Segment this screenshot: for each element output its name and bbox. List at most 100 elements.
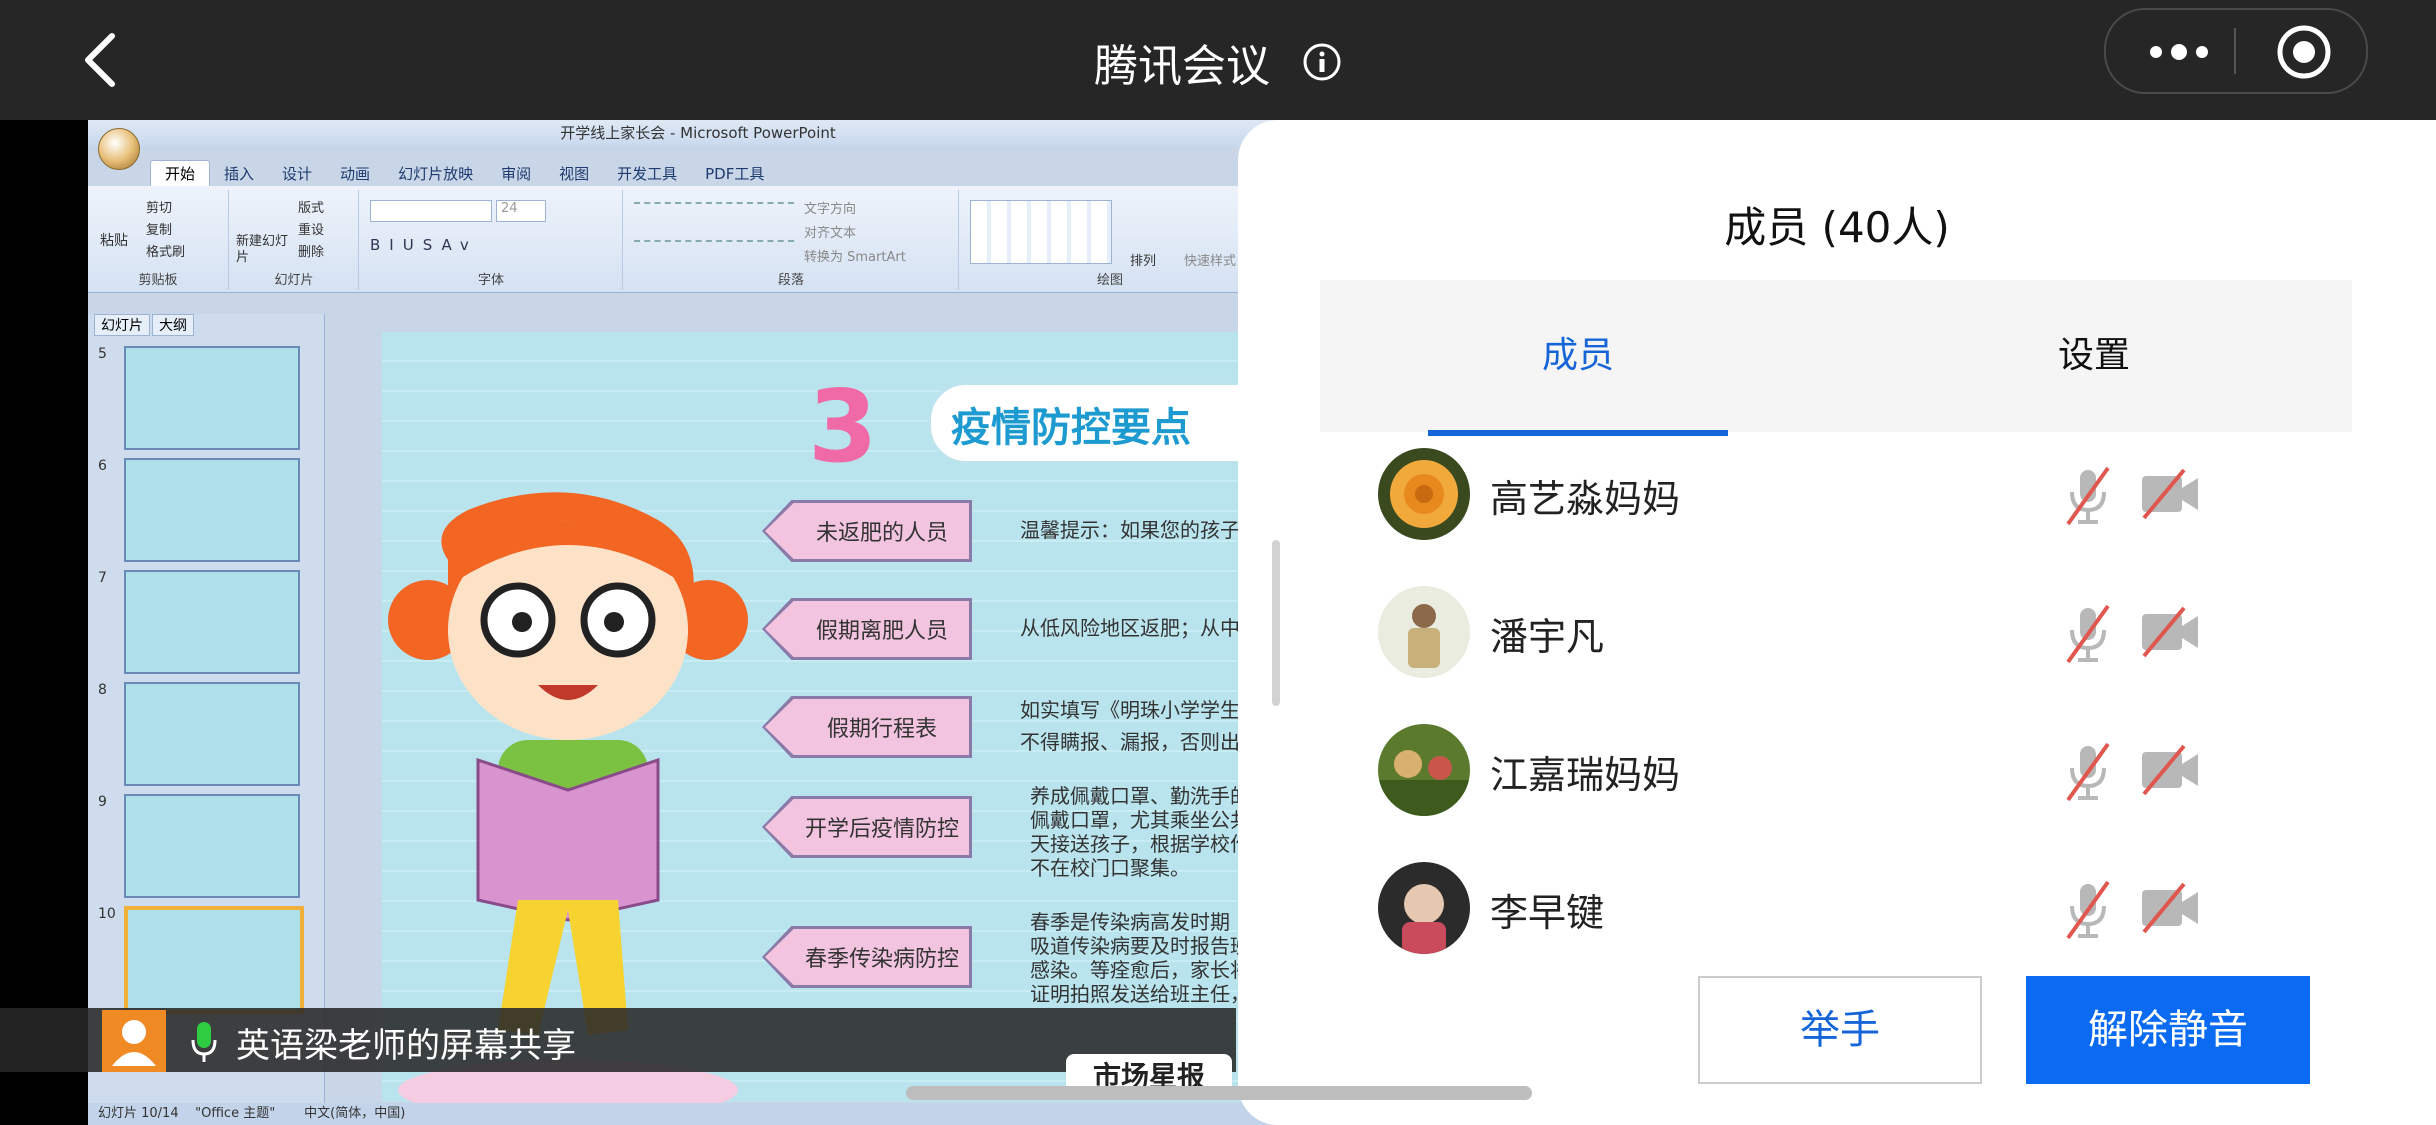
slides-pane: 幻灯片 大纲 5 6 7 8 9 10	[88, 314, 325, 1104]
slide-tag: 假期行程表	[762, 696, 972, 758]
pane-tab-slides[interactable]: 幻灯片	[94, 314, 150, 336]
member-row[interactable]: 高艺淼妈妈	[1378, 444, 2338, 544]
slide-text: 吸道传染病要及时报告班	[1030, 934, 1250, 958]
avatar	[1378, 862, 1470, 954]
avatar	[1378, 724, 1470, 816]
arrange-button[interactable]: 排列	[1130, 250, 1156, 269]
slide-thumbnail[interactable]	[124, 346, 300, 450]
ribbon-tab[interactable]: 审阅	[487, 161, 545, 187]
font-size-box[interactable]: 24	[496, 200, 546, 222]
font-group: 24 BIUSAv 字体	[360, 190, 623, 290]
ribbon-tab[interactable]: 幻灯片放映	[384, 161, 487, 187]
theme-name: "Office 主题"	[195, 1106, 276, 1121]
mic-muted-icon[interactable]	[2058, 602, 2118, 666]
group-name: 段落	[777, 273, 804, 288]
presenter-avatar	[102, 1010, 166, 1072]
group-name: 幻灯片	[274, 273, 314, 288]
camera-off-icon[interactable]	[2138, 880, 2202, 936]
font-name-box[interactable]	[370, 200, 492, 222]
ribbon-tab[interactable]: 视图	[545, 161, 603, 187]
slide-tag: 开学后疫情防控	[762, 796, 972, 858]
mic-muted-icon[interactable]	[2058, 464, 2118, 528]
camera-off-icon[interactable]	[2138, 742, 2202, 798]
member-row[interactable]: 潘宇凡	[1378, 582, 2338, 682]
tab-settings[interactable]: 设置	[1836, 280, 2352, 432]
slide-text: 不在校门口聚集。	[1030, 856, 1190, 880]
mic-icon	[191, 1022, 217, 1062]
unmute-button[interactable]: 解除静音	[2026, 976, 2310, 1084]
slides-group: 版式 重设 删除 新建幻灯片 幻灯片	[230, 190, 359, 290]
slide-tag: 春季传染病防控	[762, 926, 972, 988]
slide-count: 幻灯片 10/14	[98, 1106, 179, 1121]
ribbon-tab[interactable]: 开发工具	[603, 161, 691, 187]
member-list-scrollbar[interactable]	[1272, 540, 1280, 706]
group-name: 字体	[477, 273, 504, 288]
text-direction-button[interactable]: 文字方向	[804, 198, 906, 222]
capsule-menu	[2104, 8, 2368, 94]
slide-thumbnail[interactable]	[124, 682, 300, 786]
align-text-button[interactable]: 对齐文本	[804, 222, 906, 246]
drawing-group: 排列 快速样式 绘图	[960, 190, 1261, 290]
ppt-window-title: 开学线上家长会 - Microsoft PowerPoint	[88, 120, 1308, 146]
slide-thumbnail[interactable]	[124, 458, 300, 562]
slide-text: 不得瞒报、漏报，否则出	[1020, 730, 1240, 754]
slide-thumbnail[interactable]	[124, 794, 300, 898]
thumb-number: 5	[98, 346, 107, 362]
member-name: 江嘉瑞妈妈	[1490, 753, 1681, 797]
list-buttons[interactable]	[634, 202, 794, 218]
thumb-number: 7	[98, 570, 107, 586]
slide-text: 感染。等痊愈后，家长将	[1030, 958, 1250, 982]
slide-text: 证明拍照发送给班主任，	[1030, 982, 1250, 1006]
align-buttons[interactable]	[634, 240, 794, 256]
smartart-button[interactable]: 转换为 SmartArt	[804, 246, 906, 270]
mic-muted-icon[interactable]	[2058, 740, 2118, 804]
record-icon[interactable]	[2274, 22, 2334, 82]
slide-thumbnail[interactable]	[124, 570, 300, 674]
layout-button[interactable]: 版式	[238, 198, 324, 220]
home-indicator[interactable]	[906, 1086, 1532, 1100]
screen-share-label: 英语梁老师的屏幕共享	[236, 1026, 576, 1066]
office-button[interactable]	[98, 128, 140, 170]
group-name: 绘图	[1096, 273, 1123, 288]
camera-off-icon[interactable]	[2138, 466, 2202, 522]
ribbon: 剪切 复制 格式刷 粘贴 剪贴板 版式 重设 删除 新建幻灯片 幻灯片 24 B…	[88, 186, 1308, 293]
slide-tag: 假期离肥人员	[762, 598, 972, 660]
info-icon[interactable]	[1302, 42, 1342, 82]
pane-tab-outline[interactable]: 大纲	[152, 314, 194, 336]
member-name: 潘宇凡	[1490, 615, 1605, 659]
mic-muted-icon[interactable]	[2058, 878, 2118, 942]
slide-title: 疫情防控要点	[951, 405, 1191, 451]
ribbon-tab[interactable]: 动画	[326, 161, 384, 187]
shapes-gallery[interactable]	[970, 200, 1112, 264]
more-dots-icon[interactable]	[2144, 30, 2214, 74]
slide-text: 春季是传染病高发时期	[1030, 910, 1230, 934]
new-slide-button[interactable]: 新建幻灯片	[236, 234, 292, 266]
quick-styles-button[interactable]: 快速样式	[1184, 250, 1236, 269]
group-name: 剪贴板	[138, 273, 178, 288]
tab-members[interactable]: 成员	[1320, 280, 1836, 432]
paste-button[interactable]: 粘贴	[100, 230, 128, 250]
member-row[interactable]: 江嘉瑞妈妈	[1378, 720, 2338, 820]
slide-tag: 未返肥的人员	[762, 500, 972, 562]
ribbon-tab[interactable]: 设计	[268, 161, 326, 187]
ribbon-tab[interactable]: 开始	[150, 160, 211, 187]
pane-tabs: 幻灯片 大纲	[94, 314, 196, 336]
meeting-title: 腾讯会议	[1094, 41, 1270, 92]
title-area: 腾讯会议	[0, 30, 2436, 94]
thumb-number: 10	[98, 906, 116, 922]
raise-hand-button[interactable]: 举手	[1698, 976, 1982, 1084]
slide-thumbnail-selected[interactable]	[124, 906, 304, 1014]
ribbon-tab[interactable]: PDF工具	[691, 161, 778, 187]
member-row[interactable]: 李早键	[1378, 858, 2338, 958]
cut-button[interactable]: 剪切	[96, 198, 185, 220]
ppt-status-bar: 幻灯片 10/14 "Office 主题" 中文(简体，中国)	[88, 1103, 1308, 1125]
font-format-buttons[interactable]: BIUSAv	[370, 236, 478, 254]
slide-text: 从低风险地区返肥；从中	[1020, 616, 1240, 640]
avatar	[1378, 448, 1470, 540]
camera-off-icon[interactable]	[2138, 604, 2202, 660]
panel-tabs: 成员 设置	[1320, 280, 2352, 432]
avatar	[1378, 586, 1470, 678]
ribbon-tab[interactable]: 插入	[210, 161, 268, 187]
ribbon-tabs: 开始 插入 设计 动画 幻灯片放映 审阅 视图 开发工具 PDF工具	[150, 160, 778, 187]
member-name: 李早键	[1490, 891, 1605, 935]
